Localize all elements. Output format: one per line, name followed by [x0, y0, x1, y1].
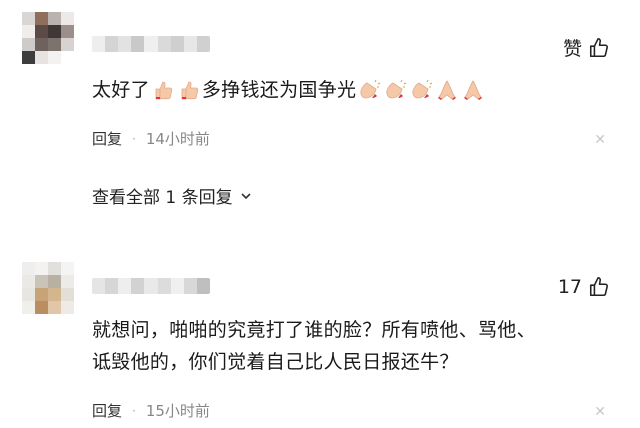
like-count: 17: [557, 276, 582, 298]
like-button[interactable]: 17: [558, 276, 610, 298]
comment-item: 赞 太好了 多挣钱还为国争光 回复 · 14小时前 ✕ 查看全部 1 条回复: [0, 0, 640, 240]
comment-meta: 回复 · 14小时前: [92, 128, 210, 149]
timestamp: 15小时前: [145, 402, 210, 420]
comment-text: 就想问，啪啪的究竟打了谁的脸？所有喷他、骂他、 诋毁他的，你们觉着自己比人民日报…: [92, 314, 612, 378]
reply-button[interactable]: 回复: [92, 400, 122, 421]
comment-text-line-1: 就想问，啪啪的究竟打了谁的脸？所有喷他、骂他、: [92, 319, 536, 341]
clapping-hands-emoji: [386, 79, 407, 99]
timestamp: 14小时前: [145, 130, 210, 148]
folded-hands-emoji: [438, 80, 457, 100]
view-replies-button[interactable]: 查看全部 1 条回复: [92, 183, 253, 208]
comment-text: 太好了 多挣钱还为国争光: [92, 74, 486, 106]
thumbs-up-icon: [589, 277, 608, 297]
comment-text-part-1: 太好了: [92, 79, 150, 101]
like-button[interactable]: 赞: [563, 34, 610, 61]
reply-button[interactable]: 回复: [92, 128, 122, 149]
username-blurred[interactable]: [92, 36, 210, 52]
username-blurred[interactable]: [92, 278, 210, 294]
divider: [0, 240, 640, 248]
comment-text-part-2: 多挣钱还为国争光: [201, 79, 357, 101]
clapping-hands-emoji: [360, 79, 381, 99]
clapping-hands-emoji: [412, 79, 433, 99]
comment-meta: 回复 · 15小时前: [92, 400, 210, 421]
chevron-down-icon: [241, 192, 251, 199]
thumbs-up-emoji: [155, 81, 173, 100]
separator-dot: ·: [132, 403, 136, 418]
avatar[interactable]: [22, 262, 74, 314]
thumbs-up-icon: [589, 37, 608, 57]
comment-item: 17 就想问，啪啪的究竟打了谁的脸？所有喷他、骂他、 诋毁他的，你们觉着自己比人…: [0, 248, 640, 428]
close-icon[interactable]: ✕: [594, 404, 606, 420]
close-icon[interactable]: ✕: [594, 132, 606, 148]
view-replies-label: 查看全部 1 条回复: [92, 188, 233, 208]
separator-dot: ·: [132, 131, 136, 146]
like-label: 赞: [562, 38, 582, 60]
folded-hands-emoji: [464, 80, 483, 100]
avatar[interactable]: [22, 12, 74, 64]
thumbs-up-emoji: [181, 81, 199, 100]
comment-text-line-2: 诋毁他的，你们觉着自己比人民日报还牛？: [92, 351, 459, 373]
